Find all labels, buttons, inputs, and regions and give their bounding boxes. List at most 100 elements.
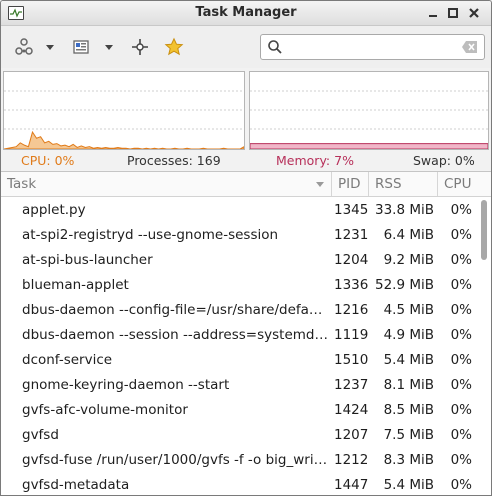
task-name: gvfsd-metadata — [22, 477, 130, 493]
table-row[interactable]: blueman-applet 1336 52.9 MiB 0% — [1, 273, 477, 298]
table-row[interactable]: gvfsd-metadata 1447 5.4 MiB 0% — [1, 473, 477, 495]
minimize-button[interactable] — [424, 4, 442, 22]
task-rss: 4.9 MiB — [383, 327, 434, 343]
task-rss: 5.4 MiB — [383, 352, 434, 368]
task-name: gnome-keyring-daemon --start — [22, 377, 230, 393]
task-pid: 1345 — [334, 202, 369, 218]
task-name: dconf-service — [22, 352, 113, 368]
task-pid: 1424 — [334, 402, 369, 418]
cpu-status: CPU: 0% — [21, 153, 75, 168]
task-pid: 1336 — [334, 277, 369, 293]
favorite-button[interactable] — [160, 34, 188, 60]
table-row[interactable]: applet.py 1345 33.8 MiB 0% — [1, 198, 477, 223]
task-name: applet.py — [22, 202, 86, 218]
task-cpu: 0% — [450, 252, 472, 268]
task-cpu: 0% — [450, 227, 472, 243]
task-cpu: 0% — [450, 202, 472, 218]
cpu-column-header[interactable]: CPU — [438, 172, 477, 196]
task-rss: 8.5 MiB — [383, 402, 434, 418]
table-row[interactable]: dconf-service 1510 5.4 MiB 0% — [1, 348, 477, 373]
title-bar[interactable]: Task Manager — [1, 1, 491, 26]
process-tree-icon — [15, 38, 33, 55]
task-pid: 1119 — [334, 327, 369, 343]
task-rss: 8.1 MiB — [383, 377, 434, 393]
window-picker-button[interactable] — [126, 34, 154, 60]
columns-button[interactable] — [67, 34, 95, 60]
memory-graph — [249, 71, 489, 150]
task-rss: 52.9 MiB — [374, 277, 434, 293]
task-name: gvfsd — [22, 427, 59, 443]
processes-status: Processes: 169 — [127, 153, 221, 168]
task-column-header[interactable]: Task — [1, 172, 332, 196]
scrollbar-thumb[interactable] — [481, 200, 487, 260]
table-row[interactable]: gnome-keyring-daemon --start 1237 8.1 Mi… — [1, 373, 477, 398]
table-row[interactable]: gvfs-afc-volume-monitor 1424 8.5 MiB 0% — [1, 398, 477, 423]
task-pid: 1231 — [334, 227, 369, 243]
table-row[interactable]: dbus-daemon --config-file=/usr/share/def… — [1, 298, 477, 323]
cpu-graph — [3, 71, 245, 150]
columns-dropdown[interactable] — [100, 34, 118, 60]
window-title: Task Manager — [195, 5, 297, 20]
task-rss: 33.8 MiB — [374, 202, 434, 218]
task-name: at-spi2-registryd --use-gnome-session — [22, 227, 279, 243]
task-name: blueman-applet — [22, 277, 129, 293]
task-rss: 7.5 MiB — [383, 427, 434, 443]
task-cpu: 0% — [450, 352, 472, 368]
task-pid: 1237 — [334, 377, 369, 393]
task-rss: 4.5 MiB — [383, 302, 434, 318]
task-cpu: 0% — [450, 477, 472, 493]
rss-column-header[interactable]: RSS — [369, 172, 438, 196]
task-cpu: 0% — [450, 302, 472, 318]
task-pid: 1204 — [334, 252, 369, 268]
swap-status: Swap: 0% — [413, 153, 475, 168]
task-cpu: 0% — [450, 277, 472, 293]
columns-icon — [73, 40, 89, 54]
status-bar: CPU: 0% Processes: 169 Memory: 7% Swap: … — [1, 152, 491, 170]
graphs-area — [1, 69, 491, 151]
task-pid: 1207 — [334, 427, 369, 443]
vertical-scrollbar[interactable] — [479, 197, 489, 495]
chevron-down-icon — [105, 45, 113, 50]
task-pid: 1216 — [334, 302, 369, 318]
task-pid: 1510 — [334, 352, 369, 368]
task-name: dbus-daemon --config-file=/usr/share/def… — [22, 302, 328, 318]
task-name: gvfsd-fuse /run/user/1000/gvfs -f -o big… — [22, 452, 328, 468]
clear-search-icon[interactable] — [461, 40, 479, 58]
table-row[interactable]: at-spi-bus-launcher 1204 9.2 MiB 0% — [1, 248, 477, 273]
pid-column-header[interactable]: PID — [332, 172, 369, 196]
task-rss: 5.4 MiB — [383, 477, 434, 493]
task-rss: 8.3 MiB — [383, 452, 434, 468]
task-cpu: 0% — [450, 452, 472, 468]
cpu-usage-area — [4, 130, 244, 149]
task-cpu: 0% — [450, 427, 472, 443]
cpu-header-label: CPU — [444, 176, 472, 192]
task-pid: 1212 — [334, 452, 369, 468]
task-rss: 6.4 MiB — [383, 227, 434, 243]
process-tree-dropdown[interactable] — [41, 34, 59, 60]
task-pid: 1447 — [334, 477, 369, 493]
table-row[interactable]: dbus-daemon --session --address=systemd:… — [1, 323, 477, 348]
search-input[interactable] — [289, 38, 453, 58]
chevron-down-icon — [46, 45, 54, 50]
table-row[interactable]: gvfsd 1207 7.5 MiB 0% — [1, 423, 477, 448]
minimize-icon — [429, 15, 437, 17]
table-row[interactable]: at-spi2-registryd --use-gnome-session 12… — [1, 223, 477, 248]
crosshair-icon — [132, 39, 148, 55]
search-field[interactable] — [260, 34, 485, 60]
task-name: dbus-daemon --session --address=systemd:… — [22, 327, 328, 343]
maximize-button[interactable] — [444, 4, 462, 22]
process-tree-button[interactable] — [10, 34, 38, 60]
close-icon — [469, 8, 479, 18]
star-icon — [164, 37, 184, 56]
search-icon — [267, 39, 283, 59]
pid-header-label: PID — [338, 176, 361, 192]
table-header: Task PID RSS CPU — [1, 172, 491, 197]
task-cpu: 0% — [450, 377, 472, 393]
table-row[interactable]: gvfsd-fuse /run/user/1000/gvfs -f -o big… — [1, 448, 477, 473]
process-table: Task PID RSS CPU applet.py 1345 33.8 MiB… — [1, 171, 491, 495]
task-name: gvfs-afc-volume-monitor — [22, 402, 188, 418]
task-rss: 9.2 MiB — [383, 252, 434, 268]
task-cpu: 0% — [450, 402, 472, 418]
close-button[interactable] — [465, 4, 483, 22]
maximize-icon — [448, 8, 458, 18]
